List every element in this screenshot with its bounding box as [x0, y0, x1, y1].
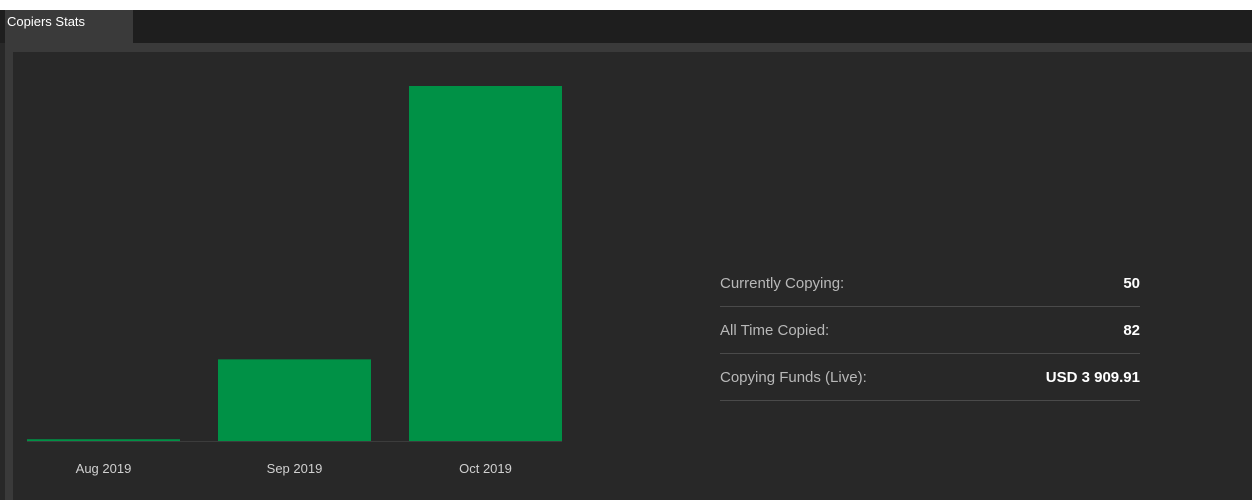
tab-strip: Copiers Stats: [0, 10, 1252, 43]
stat-label: All Time Copied:: [720, 322, 830, 339]
copiers-bar-chart: Aug 2019 Sep 2019 Oct 2019: [27, 86, 562, 476]
bar-aug-2019[interactable]: [27, 439, 180, 441]
stat-row-currently-copying: Currently Copying: 50: [720, 260, 1140, 307]
tab-copiers-stats[interactable]: Copiers Stats: [5, 10, 133, 43]
x-tick-label: Sep 2019: [267, 461, 323, 476]
x-tick-label: Oct 2019: [459, 461, 512, 476]
panel-left-border: [5, 52, 13, 500]
stat-row-all-time-copied: All Time Copied: 82: [720, 307, 1140, 354]
x-tick-label: Aug 2019: [76, 461, 132, 476]
stat-value: 82: [1123, 322, 1140, 339]
bar-oct-2019[interactable]: [409, 86, 562, 441]
stat-row-copying-funds: Copying Funds (Live): USD 3 909.91: [720, 354, 1140, 401]
tab-underline: [5, 43, 1252, 52]
stat-label: Copying Funds (Live):: [720, 369, 867, 386]
stat-value: 50: [1123, 275, 1140, 292]
bar-sep-2019[interactable]: [218, 359, 371, 441]
stats-list: Currently Copying: 50 All Time Copied: 8…: [720, 260, 1140, 401]
stat-label: Currently Copying:: [720, 275, 845, 292]
stat-value: USD 3 909.91: [1045, 369, 1140, 386]
copiers-stats-panel: Copiers Stats Aug 2019 Sep 2019 Oct 2019 C…: [0, 10, 1252, 500]
panel-content: Aug 2019 Sep 2019 Oct 2019 Currently Copyi…: [13, 52, 1252, 500]
